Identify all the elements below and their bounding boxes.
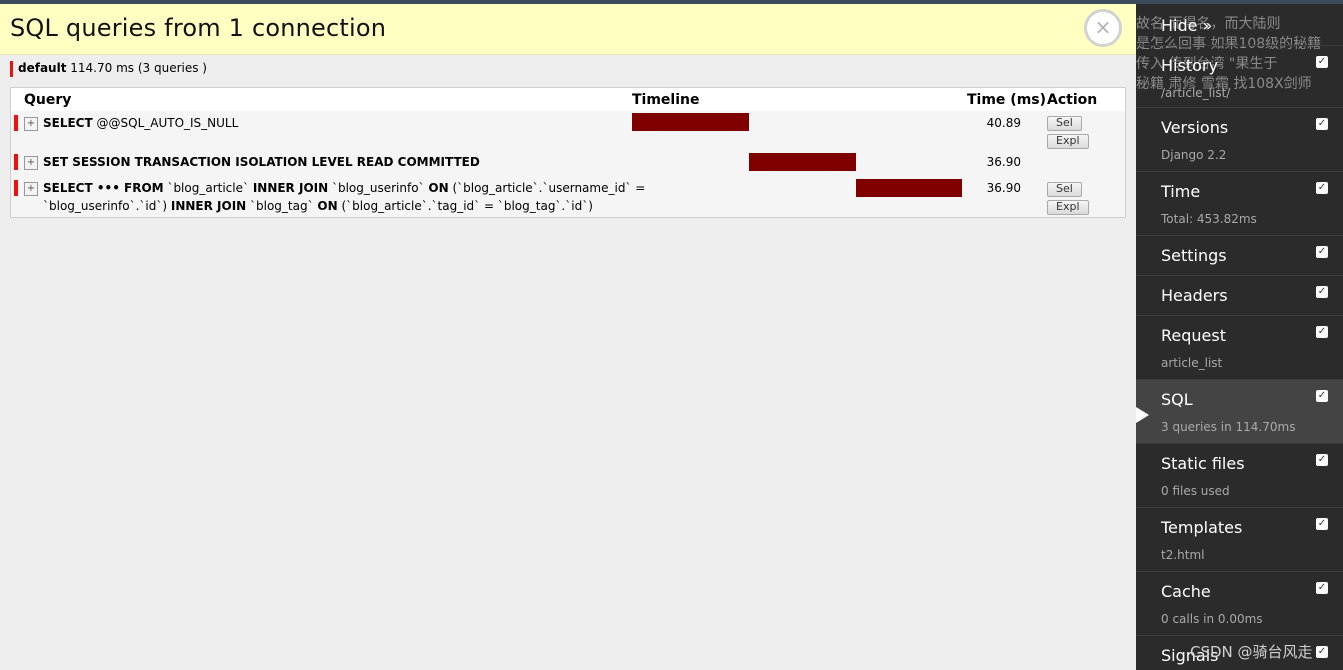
column-header-time: Time (ms)	[967, 92, 1047, 108]
query-time: 40.89	[986, 116, 1021, 130]
query-sql: SELECT @@SQL_AUTO_IS_NULL	[43, 114, 238, 132]
query-sql: SET SESSION TRANSACTION ISOLATION LEVEL …	[43, 153, 480, 171]
panel-toggle-checkbox[interactable]: ✓	[1316, 518, 1328, 530]
query-time: 36.90	[986, 181, 1021, 195]
query-color-marker	[14, 154, 18, 170]
explain-button[interactable]: Expl	[1047, 200, 1089, 215]
sql-keyword: SELECT	[43, 116, 93, 130]
select-button[interactable]: Sel	[1047, 182, 1082, 197]
toolbar-panel-versions[interactable]: Versions Django 2.2 ✓	[1136, 107, 1343, 172]
toolbar-panel-history[interactable]: History/article_list/ ✓	[1136, 45, 1343, 108]
panel-toggle-checkbox[interactable]: ✓	[1316, 646, 1328, 658]
panel-toggle-checkbox[interactable]: ✓	[1316, 454, 1328, 466]
table-row: + SET SESSION TRANSACTION ISOLATION LEVE…	[11, 153, 1125, 173]
timeline-bar	[632, 113, 750, 131]
panel-title: Settings	[1161, 246, 1227, 265]
connection-stats: 114.70 ms (3 queries )	[70, 61, 207, 75]
panel-title: Cache	[1161, 582, 1211, 601]
column-header-query: Query	[24, 92, 72, 108]
watermark: CSDN @骑台风走	[1190, 643, 1313, 661]
panel-subtitle: Total: 453.82ms	[1161, 212, 1257, 226]
panel-toggle-checkbox[interactable]: ✓	[1316, 118, 1328, 130]
expand-toggle-icon[interactable]: +	[24, 182, 38, 196]
panel-subtitle: Django 2.2	[1161, 148, 1227, 162]
panel-toggle-checkbox[interactable]: ✓	[1316, 582, 1328, 594]
panel-toggle-checkbox[interactable]: ✓	[1316, 390, 1328, 402]
timeline-bar	[855, 179, 962, 197]
toolbar-panel-sql[interactable]: SQL 3 queries in 114.70ms ✓	[1136, 379, 1343, 444]
timeline-bar	[749, 153, 856, 171]
toolbar-panel-cache[interactable]: Cache 0 calls in 0.00ms ✓	[1136, 571, 1343, 636]
select-button[interactable]: Sel	[1047, 116, 1082, 131]
debug-toolbar: 故名 而得名，而大陆则 是怎么回事 如果108级的秘籍 传入 传到台湾 "果生于…	[1136, 4, 1343, 670]
toolbar-panel-templates[interactable]: Templates t2.html ✓	[1136, 507, 1343, 572]
toolbar-panel-request[interactable]: Request article_list ✓	[1136, 315, 1343, 380]
expand-toggle-icon[interactable]: +	[24, 117, 38, 131]
page-title: SQL queries from 1 connection	[10, 14, 387, 42]
column-header-action: Action	[1047, 92, 1098, 108]
sql-text: @@SQL_AUTO_IS_NULL	[92, 116, 239, 130]
panel-title: Request	[1161, 326, 1226, 345]
query-sql: SELECT ••• FROM `blog_article` INNER JOI…	[43, 179, 645, 215]
query-sql-line: `blog_userinfo`.`id`) INNER JOIN `blog_t…	[43, 199, 593, 213]
table-header: Query Timeline Time (ms) Action	[11, 88, 1125, 111]
panel-title: SQL	[1161, 390, 1193, 409]
panel-subtitle: /article_list/	[1161, 86, 1231, 100]
sql-queries-table: Query Timeline Time (ms) Action + SELECT…	[10, 87, 1126, 218]
panel-subtitle: t2.html	[1161, 548, 1205, 562]
panel-toggle-checkbox[interactable]: ✓	[1316, 286, 1328, 298]
table-row: + SELECT ••• FROM `blog_article` INNER J…	[11, 179, 1125, 215]
panel-title: Static files	[1161, 454, 1245, 473]
toolbar-panel-headers[interactable]: Headers ✓	[1136, 275, 1343, 316]
sql-keyword: SET SESSION TRANSACTION ISOLATION LEVEL …	[43, 155, 480, 169]
explain-button[interactable]: Expl	[1047, 134, 1089, 149]
panel-toggle-checkbox[interactable]: ✓	[1316, 326, 1328, 338]
panel-title: Versions	[1161, 118, 1229, 137]
panel-title: Templates	[1161, 518, 1243, 537]
panel-title: Time	[1161, 182, 1201, 201]
panel-subtitle: 0 calls in 0.00ms	[1161, 612, 1263, 626]
connection-color-marker	[10, 61, 13, 77]
close-button[interactable]: ×	[1084, 9, 1122, 47]
toolbar-panel-static-files[interactable]: Static files 0 files used ✓	[1136, 443, 1343, 508]
query-color-marker	[14, 115, 18, 131]
table-row: + SELECT @@SQL_AUTO_IS_NULL 40.89 Sel Ex…	[11, 113, 1125, 149]
active-panel-arrow-icon	[1136, 407, 1149, 423]
panel-header: SQL queries from 1 connection ×	[0, 4, 1136, 55]
panel-title: History	[1161, 56, 1218, 75]
panel-title: Headers	[1161, 286, 1228, 305]
toolbar-panel-time[interactable]: Time Total: 453.82ms ✓	[1136, 171, 1343, 236]
column-header-timeline: Timeline	[632, 92, 700, 108]
hide-toolbar-button[interactable]: Hide »	[1161, 16, 1212, 35]
expand-toggle-icon[interactable]: +	[24, 156, 38, 170]
query-color-marker	[14, 180, 18, 196]
panel-subtitle: article_list	[1161, 356, 1223, 370]
panel-subtitle: 0 files used	[1161, 484, 1230, 498]
panel-subtitle: 3 queries in 114.70ms	[1161, 420, 1296, 434]
connection-name: default	[18, 61, 67, 75]
query-time: 36.90	[986, 155, 1021, 169]
toolbar-panel-settings[interactable]: Settings ✓	[1136, 235, 1343, 276]
panel-toggle-checkbox[interactable]: ✓	[1316, 182, 1328, 194]
panel-toggle-checkbox[interactable]: ✓	[1316, 56, 1328, 68]
query-sql-line: SELECT ••• FROM `blog_article` INNER JOI…	[43, 181, 646, 195]
panel-toggle-checkbox[interactable]: ✓	[1316, 246, 1328, 258]
